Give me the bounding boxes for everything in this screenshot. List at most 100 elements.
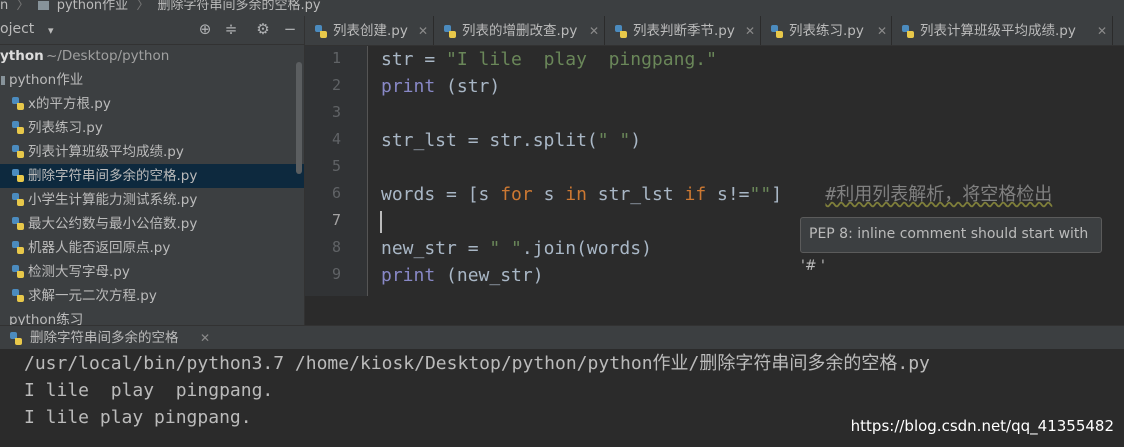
python-file-icon [10,332,22,345]
tab-1[interactable]: 列表创建.py ✕ [305,16,434,45]
project-root-path: ~/Desktop/python [46,48,170,64]
close-icon[interactable]: ✕ [200,326,210,350]
code-line: str_lst = str.split(" ") [381,129,641,153]
code-token: #利用列表解析，将空格检出 [825,184,1053,205]
code-token: (new_str) [435,265,544,286]
file-label: 机器人能否返回原点.py [28,240,171,256]
code-line: print (new_str) [381,264,544,288]
project-scrollbar[interactable] [296,62,302,174]
file-label: 列表计算班级平均成绩.py [28,144,184,160]
file-item[interactable]: 最大公约数与最小公倍数.py [0,212,304,236]
inspection-tooltip: PEP 8: inline comment should start with … [800,217,1102,274]
code-token: str_lst [586,184,685,205]
code-editor[interactable]: str = "I lile play pingpang." print (str)… [368,46,1124,296]
breadcrumb-folder[interactable]: python作业 [57,0,128,12]
line-number: 7 [331,211,341,229]
tab-label: 列表判断季节.py [633,23,735,39]
code-line: print (str) [381,75,500,99]
line-number: 8 [331,238,341,256]
breadcrumb-root[interactable]: n [0,0,8,12]
code-token: if [684,184,707,205]
run-tab-label: 删除字符串间多余的空格 [30,330,179,346]
file-item[interactable]: x的平方根.py [0,92,304,116]
file-label: 删除字符串间多余的空格.py [28,168,198,184]
file-item[interactable]: 求解一元二次方程.py [0,284,304,308]
tree-folder-next[interactable]: python练习 [0,308,304,325]
text-caret [380,211,382,233]
file-label: 小学生计算能力测试系统.py [28,192,198,208]
line-number-gutter: 1 2 3 4 5 6 7 8 9 [305,46,368,296]
python-file-icon [12,169,24,182]
code-token: new_str = [381,238,490,259]
project-root[interactable]: ython ~/Desktop/python [0,44,304,68]
python-file-icon [315,25,327,38]
file-label: 最大公约数与最小公倍数.py [28,216,198,232]
python-file-icon [12,241,24,254]
code-token: print [381,265,436,286]
file-item[interactable]: 列表练习.py [0,116,304,140]
python-file-icon [12,97,24,110]
file-label: 列表练习.py [28,120,103,136]
file-label: 检测大写字母.py [28,264,130,280]
close-icon[interactable]: ✕ [877,16,887,45]
file-item[interactable]: 删除字符串间多余的空格.py [0,164,304,188]
line-number: 3 [331,103,341,121]
python-file-icon [12,145,24,158]
code-line: str = "I lile play pingpang." [381,48,717,72]
tree-folder[interactable]: python作业 [0,68,304,92]
code-token: ] [771,184,826,205]
line-number: 6 [331,184,341,202]
breadcrumb-file[interactable]: 删除字符串间多余的空格.py [157,0,320,12]
file-item[interactable]: 小学生计算能力测试系统.py [0,188,304,212]
python-file-icon [12,217,24,230]
console-line: I lile play pingpang. [24,407,252,428]
file-label: x的平方根.py [28,96,111,112]
python-file-icon [12,265,24,278]
code-token: (str) [435,76,501,97]
python-file-icon [12,193,24,206]
tab-label: 列表练习.py [789,23,864,39]
line-number: 5 [331,157,341,175]
run-tab[interactable]: 删除字符串间多余的空格 ✕ [0,325,1124,350]
tab-4[interactable]: 列表练习.py ✕ [761,16,892,45]
console-line: /usr/local/bin/python3.7 /home/kiosk/Des… [24,353,930,374]
line-number: 4 [331,130,341,148]
tab-3[interactable]: 列表判断季节.py ✕ [605,16,761,45]
minimize-icon[interactable]: − [281,20,299,38]
close-icon[interactable]: ✕ [745,16,755,45]
file-item[interactable]: 列表计算班级平均成绩.py [0,140,304,164]
tab-label: 列表计算班级平均成绩.py [920,23,1076,39]
folder-icon [1,76,5,85]
collapse-icon[interactable]: ≑ [222,20,240,38]
close-icon[interactable]: ✕ [589,16,599,45]
breadcrumb-separator: 〉 [16,0,30,13]
folder-label: python作业 [9,72,84,88]
close-icon[interactable]: ✕ [418,16,428,45]
folder-label: python练习 [9,312,84,325]
breadcrumb: n 〉 python作业 〉 删除字符串间多余的空格.py [0,0,1124,16]
python-file-icon [12,121,24,134]
project-panel-header: oject ▾ ⊕ ≑ ⚙ − [0,16,304,45]
tab-2[interactable]: 列表的增删改查.py ✕ [434,16,605,45]
dropdown-icon[interactable]: ▾ [48,24,54,37]
code-token: s [532,184,566,205]
gear-icon[interactable]: ⚙ [254,20,272,38]
line-number: 9 [331,265,341,283]
folder-icon [37,1,49,10]
file-item[interactable]: 检测大写字母.py [0,260,304,284]
file-item[interactable]: 机器人能否返回原点.py [0,236,304,260]
close-icon[interactable]: ✕ [1097,16,1107,45]
code-token: " " [489,238,522,259]
editor-bottom-area [305,296,1124,325]
tab-5[interactable]: 列表计算班级平均成绩.py ✕ [892,16,1113,45]
code-token: "I lile play pingpang." [446,49,717,70]
line-number: 2 [331,76,341,94]
code-token: print [381,76,436,97]
watermark: https://blog.csdn.net/qq_41355482 [850,417,1114,435]
line-number: 1 [331,49,341,67]
code-token: in [565,184,587,205]
project-panel-title[interactable]: oject [0,21,34,37]
code-token: for [500,184,533,205]
target-icon[interactable]: ⊕ [196,20,214,38]
python-file-icon [444,25,456,38]
